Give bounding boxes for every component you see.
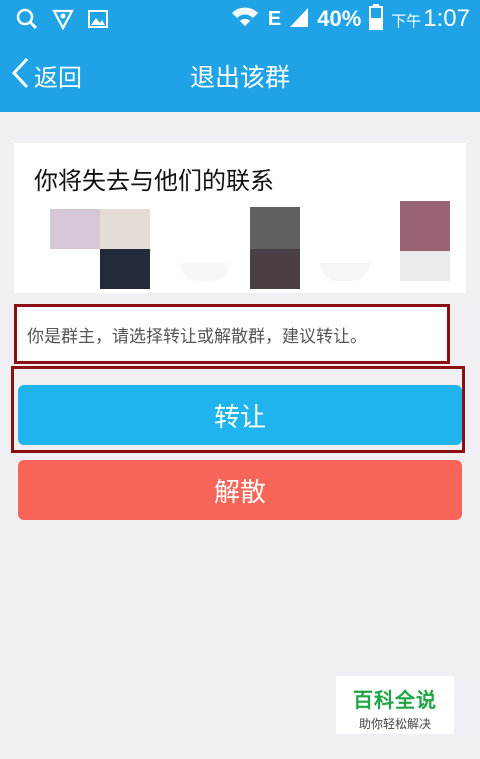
avatar [100, 249, 150, 289]
avatar [400, 251, 450, 281]
watermark-title: 百科全说 [353, 688, 437, 712]
time-prefix: 下午 [391, 12, 422, 30]
network-type-label: E [267, 7, 282, 30]
search-icon [16, 8, 38, 34]
owner-notice: 你是群主，请选择转让或解散群，建议转让。 [27, 327, 367, 347]
battery-percent: 40% [317, 6, 362, 31]
signal-icon [289, 6, 309, 32]
avatar [50, 209, 100, 249]
transfer-button[interactable]: 转让 [18, 385, 462, 445]
wifi-icon [230, 6, 260, 32]
avatar [180, 263, 230, 281]
image-icon [88, 10, 108, 32]
battery-icon [369, 4, 384, 34]
avatar [400, 201, 450, 251]
nav-bar: 返回 退出该群 [0, 38, 480, 112]
notice-highlight: 你是群主，请选择转让或解散群，建议转让。 [14, 304, 450, 364]
avatar [250, 207, 300, 249]
heart-shield-icon [52, 8, 74, 34]
member-avatars [14, 143, 466, 293]
avatar [250, 249, 300, 289]
member-card: 你将失去与他们的联系 [14, 143, 466, 293]
status-bar: E 40% 下午1:07 [0, 0, 480, 38]
clock: 1:07 [423, 5, 470, 32]
watermark-subtitle: 助你轻松解决 [358, 717, 431, 731]
avatar [100, 209, 150, 249]
watermark-logo: 百科全说 助你轻松解决 [336, 676, 454, 734]
avatar [320, 263, 370, 281]
page-title: 退出该群 [189, 63, 290, 92]
dissolve-button[interactable]: 解散 [18, 460, 462, 520]
